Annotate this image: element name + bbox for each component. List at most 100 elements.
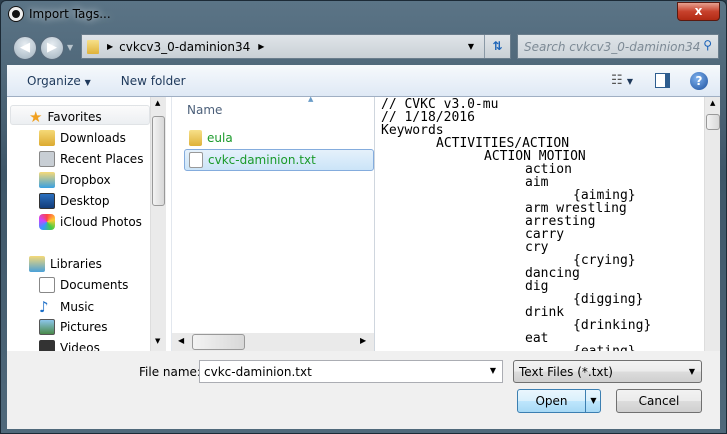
- nav-libraries[interactable]: Libraries: [29, 256, 102, 272]
- view-options-icon[interactable]: ☷ ▼: [611, 73, 633, 88]
- scroll-up-icon[interactable]: ▲: [710, 99, 715, 107]
- column-header-name[interactable]: Name: [187, 103, 222, 117]
- file-type-select[interactable]: Text Files (*.txt) ▼: [513, 360, 702, 383]
- nav-scroll-thumb[interactable]: [152, 116, 165, 206]
- search-input[interactable]: Search cvkcv3_0-daminion34 ⚲: [517, 34, 719, 59]
- open-button[interactable]: Open ▼: [517, 389, 601, 413]
- nav-dropbox[interactable]: Dropbox: [39, 172, 111, 188]
- preview-line: aim: [525, 175, 549, 190]
- import-tags-dialog: Import Tags... x ◀ ▶ ▼ ▶ cvkcv3_0-damini…: [0, 0, 727, 434]
- preview-line: eat: [525, 331, 549, 346]
- window-title: Import Tags...: [29, 7, 111, 21]
- organize-button[interactable]: Organize ▼: [27, 74, 91, 88]
- search-icon[interactable]: ⚲: [703, 38, 712, 52]
- file-name: cvkc-daminion.txt: [208, 153, 316, 167]
- file-list-hscrollbar[interactable]: ◀ ▶: [172, 333, 374, 351]
- address-dropdown-icon[interactable]: ▼: [468, 42, 474, 51]
- refresh-icon[interactable]: ⇅: [484, 35, 510, 58]
- breadcrumb-folder[interactable]: cvkcv3_0-daminion34: [119, 40, 250, 54]
- breadcrumb-chevron-icon[interactable]: ▶: [107, 42, 113, 51]
- nav-scrollbar[interactable]: ▲ ▼: [150, 97, 166, 351]
- nav-label: Downloads: [60, 131, 126, 145]
- nav-label: Favorites: [47, 110, 102, 124]
- preview-pane-icon[interactable]: [655, 73, 670, 88]
- new-folder-button[interactable]: New folder: [121, 74, 186, 88]
- open-label: Open: [535, 394, 568, 408]
- folder-icon: [189, 130, 202, 146]
- cancel-button[interactable]: Cancel: [616, 389, 702, 413]
- folder-icon: [87, 39, 99, 54]
- file-type-value: Text Files (*.txt): [519, 365, 613, 379]
- music-icon: ♪: [39, 298, 49, 316]
- nav-label: Music: [60, 300, 95, 314]
- file-item-label: cvkc-daminion.txt: [189, 152, 316, 168]
- libraries-icon: [29, 256, 45, 272]
- navigation-pane: ★ Favorites Downloads Recent Places Dropb…: [7, 97, 166, 351]
- hscroll-thumb[interactable]: [192, 334, 245, 350]
- bottom-bar: File name: cvkc-daminion.txt ▼ Text File…: [7, 351, 720, 429]
- app-icon: [9, 7, 23, 21]
- nav-label: Desktop: [60, 194, 110, 208]
- file-name-dropdown-icon[interactable]: ▼: [490, 366, 496, 375]
- close-button[interactable]: x: [677, 2, 720, 21]
- text-file-icon: [189, 152, 203, 168]
- nav-desktop[interactable]: Desktop: [39, 193, 110, 209]
- preview-line: {drinking}: [573, 318, 652, 333]
- preview-line: cry: [525, 240, 549, 255]
- preview-scroll-thumb[interactable]: [706, 114, 720, 130]
- file-name-input[interactable]: cvkc-daminion.txt ▼: [199, 360, 503, 383]
- nav-documents[interactable]: Documents: [39, 277, 128, 293]
- file-type-dropdown-icon[interactable]: ▼: [689, 361, 695, 383]
- scroll-left-icon[interactable]: ◀: [178, 336, 184, 345]
- desktop-icon: [39, 193, 55, 209]
- scroll-down-icon[interactable]: ▼: [155, 337, 160, 345]
- videos-icon: [39, 340, 55, 351]
- help-icon[interactable]: ?: [690, 71, 708, 90]
- nav-recent-places[interactable]: Recent Places: [39, 151, 143, 167]
- sort-ascending-icon: ▲: [308, 95, 314, 103]
- nav-label: Dropbox: [60, 173, 111, 187]
- nav-label: Videos: [60, 341, 100, 351]
- file-name-label: File name:: [139, 365, 201, 379]
- title-bar: Import Tags...: [9, 7, 111, 21]
- nav-music[interactable]: ♪ Music: [39, 298, 94, 316]
- preview-line: {crying}: [573, 253, 636, 268]
- organize-label: Organize: [27, 73, 81, 88]
- nav-label: Recent Places: [60, 152, 144, 166]
- nav-label: iCloud Photos: [60, 215, 142, 229]
- documents-icon: [39, 277, 55, 293]
- recent-places-icon: [39, 151, 55, 167]
- icloud-photos-icon: [39, 214, 55, 230]
- file-name-value: cvkc-daminion.txt: [204, 365, 312, 379]
- preview-line: dig: [525, 279, 549, 294]
- search-placeholder: Search cvkcv3_0-daminion34: [524, 40, 701, 54]
- breadcrumb-chevron-icon[interactable]: ▶: [258, 42, 264, 51]
- nav-favorites[interactable]: ★ Favorites: [29, 108, 102, 126]
- nav-icloud-photos[interactable]: iCloud Photos: [39, 214, 142, 230]
- toolbar: Organize ▼ New folder ☷ ▼ ?: [7, 65, 720, 97]
- address-bar[interactable]: ▶ cvkcv3_0-daminion34 ▶ ▼ ⇅: [81, 34, 511, 59]
- file-list: Name ▲ eula cvkc-daminion.txt ◀ ▶: [171, 95, 374, 351]
- pictures-icon: [39, 319, 55, 335]
- scroll-right-icon[interactable]: ▶: [360, 336, 366, 345]
- file-item-eula[interactable]: eula: [189, 130, 233, 146]
- downloads-icon: [39, 130, 55, 146]
- open-dropdown-icon[interactable]: ▼: [585, 390, 601, 412]
- nav-videos[interactable]: Videos: [39, 340, 100, 351]
- nav-pictures[interactable]: Pictures: [39, 319, 108, 335]
- nav-label: Libraries: [50, 257, 102, 271]
- preview-line: Keywords: [381, 123, 444, 138]
- preview-scrollbar[interactable]: ▲: [704, 97, 720, 351]
- file-name: eula: [207, 131, 233, 145]
- preview-pane: // CVKC v3.0-mu// 1/18/2016 Keywords ACTIV…: [374, 97, 720, 351]
- forward-button[interactable]: ▶: [40, 36, 64, 60]
- back-button[interactable]: ◀: [13, 36, 37, 60]
- nav-label: Pictures: [60, 320, 108, 334]
- dropbox-icon: [39, 172, 55, 188]
- star-icon: ★: [29, 108, 43, 126]
- scroll-up-icon[interactable]: ▲: [155, 99, 160, 107]
- nav-downloads[interactable]: Downloads: [39, 130, 126, 146]
- preview-line: {digging}: [573, 292, 644, 307]
- recent-pages-dropdown-icon[interactable]: ▼: [67, 43, 73, 52]
- nav-label: Documents: [60, 278, 129, 292]
